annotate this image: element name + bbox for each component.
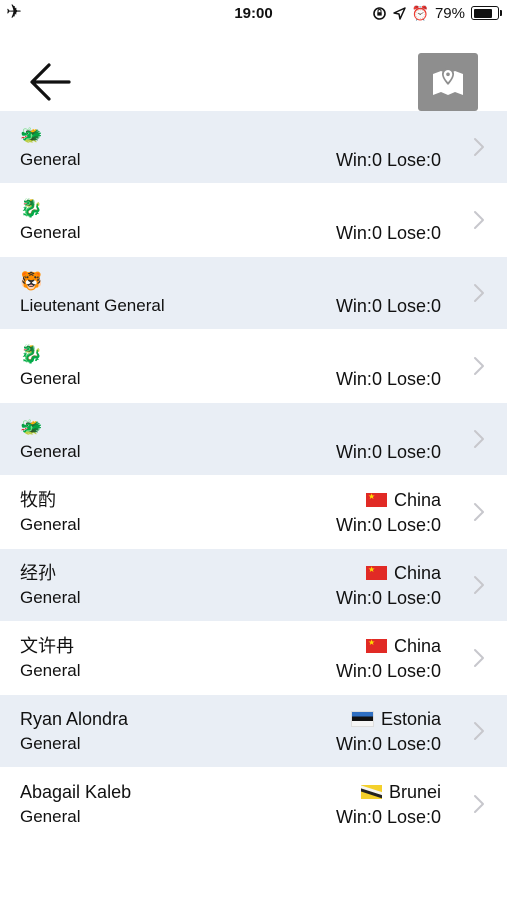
country-label: China xyxy=(393,490,441,510)
flag-china-icon xyxy=(365,566,387,580)
chevron-right-icon xyxy=(474,649,484,667)
win-lose-record: Win:0 Lose:0 xyxy=(335,296,441,316)
player-rank: General xyxy=(20,150,81,169)
chevron-right-icon xyxy=(474,284,484,302)
battery-icon xyxy=(471,6,502,20)
flag-brunei-icon xyxy=(360,785,382,799)
player-country: China xyxy=(365,562,441,584)
player-country: Brunei xyxy=(360,781,441,803)
chevron-right-icon xyxy=(474,722,484,740)
player-rank: General xyxy=(20,223,81,242)
arrow-left-icon xyxy=(30,63,71,101)
list-item[interactable]: Abagail Kaleb General Brunei Win:0 Lose:0 xyxy=(0,768,507,841)
player-name: 经孙 xyxy=(20,563,56,583)
chevron-right-icon xyxy=(474,138,484,156)
flag-china-icon xyxy=(365,493,387,507)
avatar-icon: 🐉 xyxy=(20,198,43,218)
country-label: Brunei xyxy=(388,782,441,802)
chevron-right-icon xyxy=(474,357,484,375)
chevron-right-icon xyxy=(474,576,484,594)
list-item[interactable]: 🐲 General Win:0 Lose:0 xyxy=(0,403,507,476)
avatar-icon: 🐉 xyxy=(20,344,43,364)
player-rank: General xyxy=(20,369,81,388)
avatar-icon: 🐯 xyxy=(20,271,43,291)
player-rank: General xyxy=(20,442,81,461)
status-right-group: ⏰ 79% xyxy=(372,4,502,22)
avatar-icon: 🐲 xyxy=(20,417,43,437)
win-lose-record: Win:0 Lose:0 xyxy=(335,442,441,462)
list-item[interactable]: 文许冉 General China Win:0 Lose:0 xyxy=(0,622,507,695)
country-label: Estonia xyxy=(380,709,441,729)
player-name: Abagail Kaleb xyxy=(20,782,132,802)
flag-estonia-icon xyxy=(350,711,374,727)
player-name: 文许冉 xyxy=(20,636,74,656)
player-country: China xyxy=(365,489,441,511)
status-bar: ✈ 19:00 ⏰ 79% xyxy=(0,0,507,28)
chevron-right-icon xyxy=(474,795,484,813)
nav-header xyxy=(0,28,507,111)
win-lose-record: Win:0 Lose:0 xyxy=(335,661,441,681)
player-name: 牧酌 xyxy=(20,490,56,510)
map-pin-icon xyxy=(433,68,463,95)
alarm-icon: ⏰ xyxy=(411,5,429,21)
player-rank: General xyxy=(20,807,81,826)
player-list: 🐲 General Win:0 Lose:0 🐉 General Win:0 Lose:0… xyxy=(0,111,507,841)
list-item[interactable]: 牧酌 General China Win:0 Lose:0 xyxy=(0,476,507,549)
list-item[interactable]: Ryan Alondra General Estonia Win:0 Lose:0 xyxy=(0,695,507,768)
win-lose-record: Win:0 Lose:0 xyxy=(335,734,441,754)
chevron-right-icon xyxy=(474,211,484,229)
list-item[interactable]: 经孙 General China Win:0 Lose:0 xyxy=(0,549,507,622)
avatar-icon: 🐲 xyxy=(20,125,43,145)
player-rank: General xyxy=(20,734,81,753)
win-lose-record: Win:0 Lose:0 xyxy=(335,588,441,608)
player-name: Ryan Alondra xyxy=(20,709,129,729)
list-item[interactable]: 🐉 General Win:0 Lose:0 xyxy=(0,330,507,403)
win-lose-record: Win:0 Lose:0 xyxy=(335,223,441,243)
location-arrow-icon xyxy=(392,6,406,20)
flag-china-icon xyxy=(365,639,387,653)
player-country: China xyxy=(365,635,441,657)
orientation-lock-icon xyxy=(372,6,386,20)
list-item[interactable]: 🐯 Lieutenant General Win:0 Lose:0 xyxy=(0,257,507,330)
chevron-right-icon xyxy=(474,503,484,521)
win-lose-record: Win:0 Lose:0 xyxy=(335,807,441,827)
player-country: Estonia xyxy=(350,708,441,730)
back-button[interactable] xyxy=(27,58,73,106)
battery-level xyxy=(473,8,492,18)
battery-percent: 79% xyxy=(434,4,465,22)
list-item[interactable]: 🐲 General Win:0 Lose:0 xyxy=(0,111,507,184)
player-rank: Lieutenant General xyxy=(20,296,165,315)
player-rank: General xyxy=(20,661,81,680)
win-lose-record: Win:0 Lose:0 xyxy=(335,515,441,535)
win-lose-record: Win:0 Lose:0 xyxy=(335,150,441,170)
country-label: China xyxy=(393,636,441,656)
map-button[interactable] xyxy=(418,53,478,111)
win-lose-record: Win:0 Lose:0 xyxy=(335,369,441,389)
list-item[interactable]: 🐉 General Win:0 Lose:0 xyxy=(0,184,507,257)
chevron-right-icon xyxy=(474,430,484,448)
country-label: China xyxy=(393,563,441,583)
player-rank: General xyxy=(20,515,81,534)
player-rank: General xyxy=(20,588,81,607)
